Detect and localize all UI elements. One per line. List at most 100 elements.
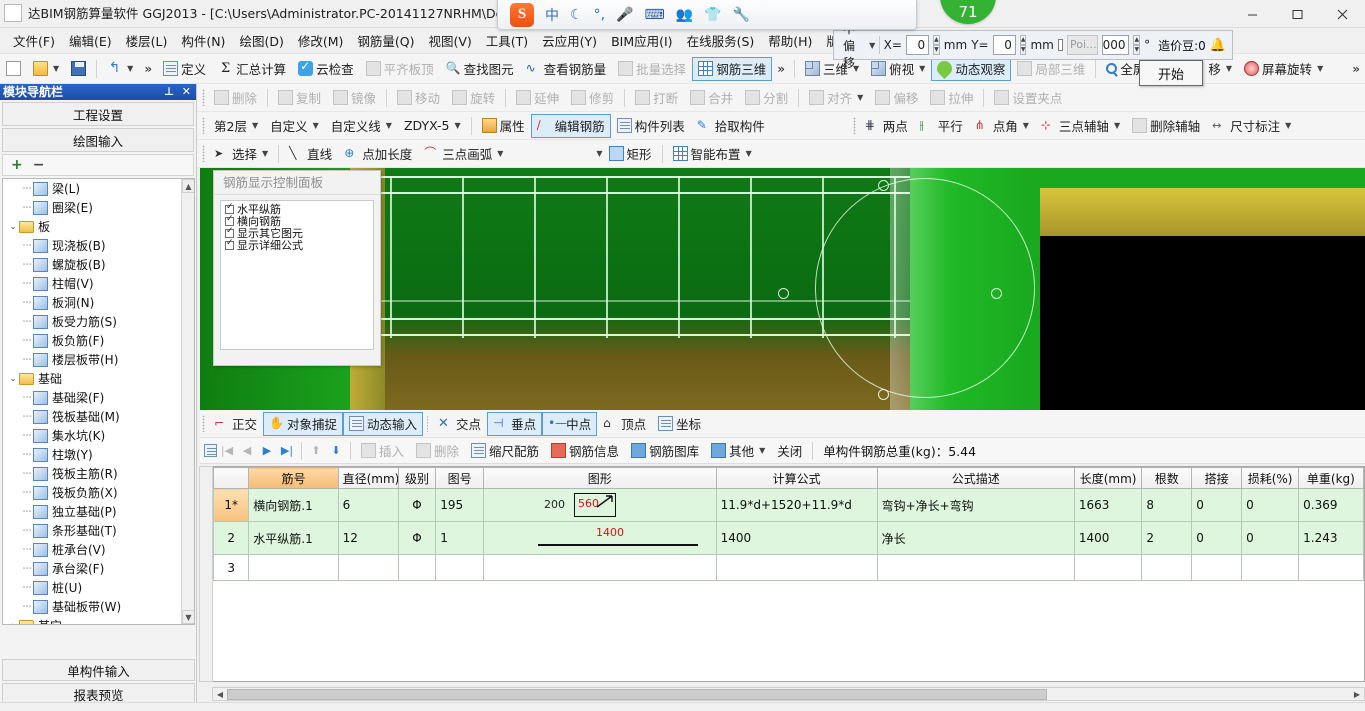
checkbox-show-other-elements[interactable] [225, 226, 234, 238]
break-button[interactable]: 打断 [629, 86, 684, 110]
three-point-axis-button[interactable]: ⊹ 三点辅轴 ▼ [1035, 114, 1126, 138]
cell-sunhao[interactable]: 0 [1241, 521, 1300, 555]
tree-item[interactable]: ⋯ 楼层板带(H) [3, 350, 181, 369]
user-icon[interactable]: 👥 [676, 7, 693, 23]
move-button[interactable]: 移动 [391, 86, 446, 110]
table-row[interactable]: 3 [213, 554, 1364, 581]
select-tool-button[interactable]: ➤ 选择 ▼ [208, 142, 274, 166]
point-length-button[interactable]: ⊕ 点加长度 [338, 142, 418, 166]
angle-stepper[interactable]: ▲ ▼ [1133, 35, 1141, 55]
last-record-button[interactable]: ▶| [277, 441, 297, 461]
menu-member[interactable]: 构件(N) [174, 28, 232, 53]
cell-jibie[interactable]: Φ [397, 488, 437, 522]
minimize-button[interactable] [1230, 0, 1275, 28]
cell-dajie[interactable]: 0 [1191, 488, 1243, 522]
object-snap-button[interactable]: ✋ 对象捕捉 [263, 411, 344, 436]
save-button[interactable] [65, 57, 92, 81]
insert-row-button[interactable]: 插入 [355, 439, 410, 463]
floor-select[interactable]: 第2层 ▼ [208, 114, 264, 138]
column-header-jibie[interactable]: 级别 [397, 467, 437, 489]
property-button[interactable]: 属性 [476, 114, 531, 138]
shape-cell[interactable]: 1400 [482, 521, 717, 555]
shape-cell[interactable] [482, 554, 717, 581]
tree-item[interactable]: ⋯ 柱帽(V) [3, 274, 181, 293]
chevron-down-icon[interactable]: ▼ [1285, 121, 1291, 130]
orbit-handle-top[interactable] [878, 180, 889, 191]
find-element-button[interactable]: 🔍 查找图元 [440, 57, 520, 81]
other-button[interactable]: 其他 ▼ [705, 439, 771, 463]
chevron-down-icon[interactable]: ▼ [857, 93, 863, 102]
screen-rotate-button[interactable]: 屏幕旋转 ▼ [1238, 57, 1329, 81]
three-point-arc-button[interactable]: ⌒ 三点画弧 ▼ [418, 142, 509, 166]
chevron-down-icon[interactable]: ▼ [1023, 121, 1029, 130]
scroll-up-icon[interactable]: ▲ [182, 179, 194, 193]
cell-jibie[interactable]: Φ [397, 521, 437, 555]
column-header-rownum[interactable] [213, 467, 250, 489]
tree-item[interactable]: ⌄ 板 [3, 217, 181, 236]
expand-all-icon[interactable]: + [11, 157, 23, 173]
shirt-icon[interactable]: 👕 [704, 7, 721, 23]
shape-cell[interactable]: 200 560 [482, 488, 717, 522]
scale-rebar-button[interactable]: 缩尺配筋 [465, 439, 545, 463]
chevron-down-icon[interactable]: ▼ [746, 149, 752, 158]
nav-project-settings-button[interactable]: 工程设置 [2, 102, 194, 126]
cell-danzhong[interactable]: 1.243 [1298, 521, 1364, 555]
wrench-icon[interactable]: 🔧 [733, 7, 750, 23]
row-header[interactable]: 3 [213, 554, 250, 581]
delete-axis-button[interactable]: 删除辅轴 [1126, 114, 1206, 138]
menu-floor[interactable]: 楼层(L) [119, 28, 175, 53]
undo-button[interactable]: ↰ ▼ [101, 57, 139, 81]
orbit-handle-bottom[interactable] [878, 389, 889, 400]
cell-dajie[interactable] [1191, 554, 1243, 581]
tree-item[interactable]: ⋯ 基础梁(F) [3, 388, 181, 407]
toolbar-grip[interactable] [202, 415, 205, 432]
rotate-button[interactable]: 旋转 [446, 86, 501, 110]
cell-miaoshu[interactable]: 弯钩+净长+弯钩 [876, 488, 1075, 522]
tree-item[interactable]: › 其它 [3, 616, 181, 624]
cell-miaoshu[interactable] [876, 554, 1075, 581]
offset-mode-select[interactable]: 不偏移 [840, 22, 864, 70]
tree-item[interactable]: ⋯ 板负筋(F) [3, 331, 181, 350]
chevron-down-icon[interactable]: ▼ [262, 149, 268, 158]
move-down-button[interactable]: ⬇ [326, 441, 346, 461]
cell-genshu[interactable]: 8 [1141, 488, 1193, 522]
cell-zhijing[interactable]: 6 [337, 488, 399, 522]
y-input[interactable]: 0 [992, 35, 1016, 55]
offset-button[interactable]: 偏移 [869, 86, 924, 110]
chevron-down-icon[interactable]: ⌄ [7, 374, 19, 384]
column-header-tuxing[interactable]: 图形 [482, 467, 717, 489]
chevron-down-icon[interactable]: ▼ [1317, 64, 1323, 73]
single-member-input-button[interactable]: 单构件输入 [2, 659, 195, 681]
column-header-changdu[interactable]: 长度(mm) [1073, 467, 1143, 489]
bell-icon[interactable]: 🔔 [1210, 38, 1226, 53]
chevron-down-icon[interactable]: ▼ [1114, 121, 1120, 130]
line-tool-button[interactable]: ╲ 直线 [283, 142, 338, 166]
checkbox-transverse-rebar[interactable] [225, 214, 234, 226]
column-header-dajie[interactable]: 搭接 [1191, 467, 1243, 489]
align-slab-top-button[interactable]: 平齐板顶 [360, 57, 440, 81]
tree-item[interactable]: ⋯ 圈梁(E) [3, 198, 181, 217]
table-row[interactable]: 1* 横向钢筋.1 6 Φ 195 200 560 11.9*d+1520+11.9*d 弯钩+… [213, 488, 1364, 522]
cell-zhijing[interactable]: 12 [337, 521, 399, 555]
menu-online-service[interactable]: 在线服务(S) [680, 28, 762, 53]
member-list-button[interactable]: 构件列表 [611, 114, 691, 138]
edit-rebar-button[interactable]: ∕ 编辑钢筋 [530, 113, 611, 138]
checkbox-horizontal-longitudinal[interactable] [225, 202, 234, 214]
chevron-down-icon[interactable]: ▼ [1226, 64, 1232, 73]
first-record-button[interactable]: |◀ [217, 441, 237, 461]
vertex-snap-button[interactable]: ⌂ 顶点 [597, 412, 652, 436]
trim-button[interactable]: 修剪 [565, 86, 620, 110]
close-button[interactable] [1320, 0, 1365, 28]
next-record-button[interactable]: ▶ [257, 441, 277, 461]
rebar-data-grid[interactable]: 筋号 直径(mm) 级别 图号 图形 计算公式 公式描述 长度(mm) 根数 搭接 损耗(%) 单重(… [212, 466, 1365, 682]
cell-danzhong[interactable]: 0.369 [1298, 488, 1364, 522]
split-button[interactable]: 分割 [739, 86, 794, 110]
microphone-icon[interactable]: 🎤 [616, 7, 633, 23]
parallel-axis-button[interactable]: ⫲ 平行 [914, 114, 969, 138]
chevron-down-icon[interactable]: ▼ [919, 64, 925, 73]
rebar-library-button[interactable]: 钢筋图库 [625, 439, 705, 463]
menu-tools[interactable]: 工具(T) [479, 28, 535, 53]
tree-item[interactable]: ⋯ 现浇板(B) [3, 236, 181, 255]
cell-changdu[interactable] [1073, 554, 1143, 581]
start-tooltip-button[interactable]: 开始 [1139, 60, 1203, 86]
